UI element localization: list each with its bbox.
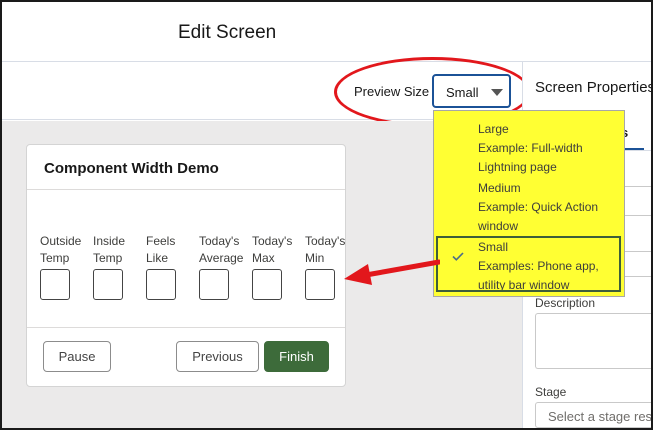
title-bar — [2, 2, 651, 62]
option-desc-line2: Lightning page — [478, 160, 557, 174]
stage-label: Stage — [535, 385, 567, 399]
description-textarea[interactable] — [535, 313, 651, 369]
option-title: Large — [478, 122, 509, 136]
pause-button[interactable]: Pause — [43, 341, 111, 372]
field-label: Today's Average — [199, 234, 244, 265]
field-todays-max: Today's Max — [252, 233, 304, 303]
panel-title: Screen Properties — [535, 79, 653, 96]
previous-button[interactable]: Previous — [176, 341, 259, 372]
option-large[interactable]: Large Example: Full-width Lightning page — [434, 111, 626, 174]
field-label: Outside Temp — [40, 234, 82, 265]
page-title: Edit Screen — [178, 22, 277, 43]
todays-max-input[interactable] — [252, 269, 282, 300]
option-desc-line1: Example: Quick Action — [478, 200, 599, 214]
card-header: Component Width Demo — [27, 145, 345, 190]
option-medium[interactable]: Medium Example: Quick Action window — [434, 173, 626, 235]
annotation-arrow-icon — [344, 259, 440, 285]
field-feels-like: Feels Like — [146, 233, 198, 303]
option-desc-line2: window — [478, 219, 519, 233]
checkmark-icon — [452, 252, 464, 261]
todays-min-input[interactable] — [305, 269, 335, 300]
inside-temp-input[interactable] — [93, 269, 123, 300]
field-outside-temp: Outside Temp — [40, 233, 92, 303]
field-todays-average: Today's Average — [199, 233, 251, 303]
field-label: Today's Max — [252, 234, 293, 265]
card-title: Component Width Demo — [44, 160, 219, 177]
selected-option-highlight — [436, 236, 621, 292]
field-label: Inside Temp — [93, 234, 126, 265]
outside-temp-input[interactable] — [40, 269, 70, 300]
todays-average-input[interactable] — [199, 269, 229, 300]
stage-input[interactable]: Select a stage reso — [535, 402, 651, 428]
description-label: Description — [535, 296, 596, 310]
option-title: Medium — [478, 181, 521, 195]
option-desc-line1: Example: Full-width — [478, 141, 583, 155]
finish-button[interactable]: Finish — [264, 341, 329, 372]
field-label: Feels Like — [146, 234, 176, 265]
feels-like-input[interactable] — [146, 269, 176, 300]
field-inside-temp: Inside Temp — [93, 233, 145, 303]
